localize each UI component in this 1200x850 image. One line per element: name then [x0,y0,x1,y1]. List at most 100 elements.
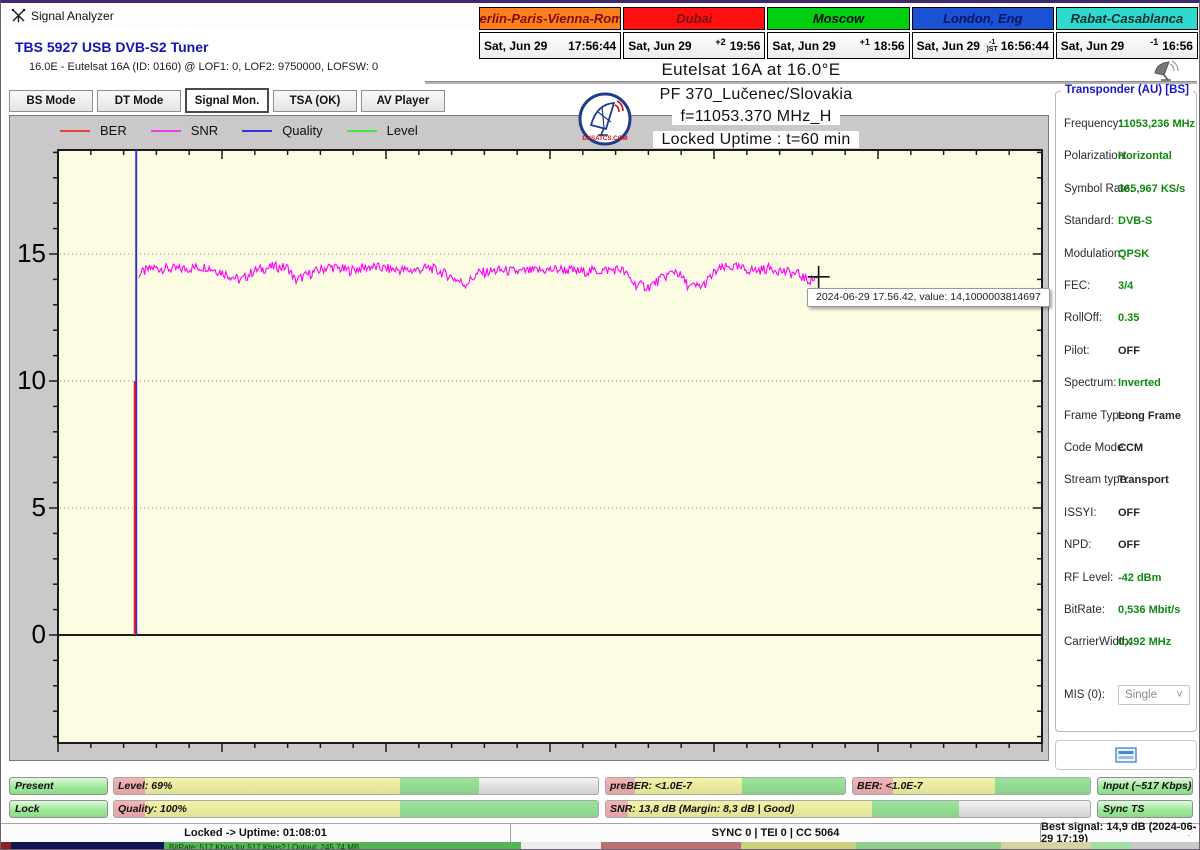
bar-segment-2 [399,778,480,794]
field-value-polarization: Horizontal [1118,150,1172,163]
y-tick-label-0: 0 [32,619,46,649]
background-window-strip: BitRate: 517 Kbps for 517 Kbps? | Output… [1,842,1199,850]
bar-segment-1 [145,778,400,794]
clock-time-dubai: Sat, Jun 29 +2 19:56 [623,32,766,59]
field-value-frequency: 11053,236 MHz [1118,118,1196,130]
clock-time-rabat: Sat, Jun 29 -1 16:56 [1055,32,1198,59]
background-bitrate-text: BitRate: 517 Kbps for 517 Kbps? | Output… [169,843,360,850]
tab-dt-mode[interactable]: DT Mode [97,90,181,112]
transponder-save-button[interactable] [1055,740,1197,770]
mis-selected-value: Single [1125,689,1157,701]
window-title: Signal Analyzer [31,9,114,23]
field-value-fec: 3/4 [1118,280,1134,292]
background-strip-segment-4 [601,842,741,849]
background-strip-segment-1 [11,842,164,849]
field-label-standard: Standard: [1064,215,1114,228]
field-value-stream-type: Transport [1118,474,1169,487]
clock-city-berlin: Berlin-Paris-Vienna-Roma [479,7,622,30]
clock-date: Sat, Jun 29 [916,38,980,53]
field-value-bitrate: 0,536 Mbit/s [1118,604,1181,616]
clock-city-dubai: Dubai [623,7,766,30]
transponder-panel-title: Transponder (AU) [BS] [1061,84,1193,96]
background-strip-segment-9 [1131,842,1199,849]
tuner-name: TBS 5927 USB DVB-S2 Tuner [15,39,209,55]
quality-legend-label: Quality [282,123,323,138]
field-label-bitrate: BitRate: [1064,604,1105,616]
tuner-details: 16.0E - Eutelsat 16A (ID: 0160) @ LOF1: … [29,61,379,73]
list-stripes-icon [1115,747,1137,763]
clock-value: 18:56 [873,38,905,53]
transponder-panel: Frequency: 11053,236 MHz Polarization: Hori… [1055,91,1197,732]
field-value-spectrum: Inverted [1118,377,1161,390]
field-label-frequency: Frequency: [1064,118,1122,130]
dxsatcs-logo: DXSATCS.COM [578,92,632,146]
field-value-frame-type: Long Frame [1118,409,1181,422]
level-legend-label: Level [386,123,418,138]
bar-label-preber: preBER: <1.0E-7 [610,780,692,792]
field-label-npd: NPD: [1064,539,1092,552]
bar-segment-2 [872,801,960,817]
y-tick-label-15: 15 [17,238,46,268]
field-value-rolloff: 0.35 [1118,312,1140,325]
tab-av-player[interactable]: AV Player [361,90,445,112]
field-label-issyi: ISSYI: [1064,506,1097,519]
background-strip-segment-3 [521,842,601,849]
chart-tooltip: 2024-06-29 17.56.42, value: 14,100000381… [807,288,1050,307]
clock-value: 16:56:44 [1000,38,1049,53]
signal-plot[interactable]: 0 5 10 15 [10,116,1050,762]
tab-bs-mode[interactable]: BS Mode [9,90,93,112]
background-strip-segment-5 [741,842,856,849]
clock-utc-offset: -1)ST [986,39,997,53]
snr-legend-swatch [150,129,181,132]
clock-city-rabat: Rabat-Casablanca [1055,7,1198,30]
offset-value: -1 [988,38,996,46]
field-label-rolloff: RollOff: [1064,312,1103,325]
bar-label-ber: BER: <1.0E-7 [857,780,923,792]
tab-signal-mon[interactable]: Signal Mon. [185,88,269,113]
clock-value: 19:56 [729,38,761,53]
field-label-fec: FEC: [1064,280,1091,292]
clock-time-moscow: Sat, Jun 29 +1 18:56 [767,32,910,59]
antenna-app-icon [11,8,26,28]
status-badge-lock: Lock [9,800,108,818]
mis-dropdown[interactable]: Single ˅ [1118,685,1190,705]
background-strip-segment-6 [856,842,1001,849]
clock-city-moscow: Moscow [767,7,910,30]
signal-chart-container: BER SNR Quality Level 0 5 10 15 [9,115,1049,761]
world-clocks-panel: Berlin-Paris-Vienna-RomaDubaiMoscowLondo… [479,7,1198,61]
status-badge-sync-ts: Sync TS [1097,800,1193,818]
satellite-dish-icon [1149,59,1179,86]
progress-bar-preber: preBER: <1.0E-7 [605,777,846,795]
field-value-issyi: OFF [1118,506,1140,519]
clock-utc-offset: -1 [1150,36,1159,47]
bar-label-snr: SNR: 13,8 dB (Margin: 8,3 dB | Good) [610,803,795,815]
mode-tabs: BS Mode DT Mode Signal Mon. TSA (OK) AV Play… [9,88,445,113]
tab-tsa[interactable]: TSA (OK) [273,90,357,112]
progress-bar-quality: Quality: 100% [113,800,599,818]
background-strip-segment-8 [1091,842,1131,849]
chart-legend: BER SNR Quality Level [60,123,432,138]
field-value-carrier-width: 0,492 MHz [1118,636,1172,649]
field-value-pilot: OFF [1118,344,1140,357]
ber-legend-swatch [60,129,90,132]
bar-segment-2 [995,778,1090,794]
progress-bar-ber: BER: <1.0E-7 [852,777,1091,795]
field-value-standard: DVB-S [1118,215,1153,228]
status-badge-input: Input (~517 Kbps) [1097,777,1193,795]
signal-analyzer-window: Signal Analyzer Berlin-Paris-Vienna-Roma… [0,0,1200,850]
clock-time-berlin: Sat, Jun 29 17:56:44 [479,32,622,59]
snr-legend-label: SNR [190,123,219,138]
clock-date: Sat, Jun 29 [484,38,548,53]
clock-utc-offset: +2 [715,36,726,47]
offset-dst: )ST [986,45,998,53]
plot-area [57,149,1043,744]
background-strip-segment-7 [1001,842,1091,849]
status-row-2: Lock Quality: 100% SNR: 13,8 dB (Margin: 8… [1,800,1199,818]
resize-grip[interactable]: ⋰ [1187,827,1197,838]
chevron-down-icon: ˅ [1176,689,1183,701]
clock-value: 17:56:44 [568,38,617,53]
logo-text: DXSATCS.COM [582,135,627,142]
status-bar: Locked -> Uptime: 01:08:01 SYNC 0 | TEI … [1,821,1199,845]
clock-time-london: Sat, Jun 29 -1)ST 16:56:44 [911,32,1054,59]
field-label-spectrum: Spectrum: [1064,377,1117,390]
